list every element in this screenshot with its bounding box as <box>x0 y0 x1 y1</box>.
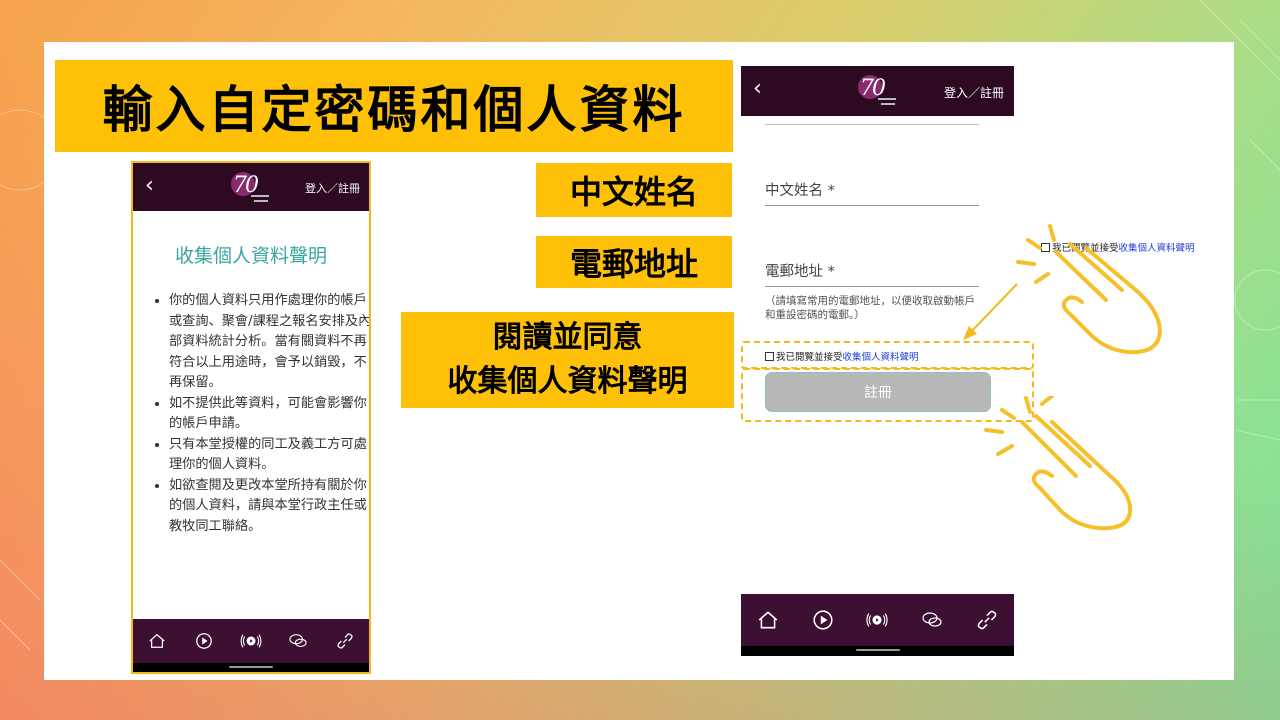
email-underline <box>765 286 979 287</box>
login-register-link[interactable]: 登入／註冊 <box>944 84 1004 101</box>
hand-pointer-icon <box>984 396 1133 531</box>
broadcast-icon[interactable] <box>240 630 262 652</box>
back-button[interactable]: ‹ <box>753 76 762 101</box>
link-icon[interactable] <box>976 609 998 631</box>
broadcast-icon[interactable] <box>866 609 889 631</box>
hand-pointer-icon <box>1016 224 1163 355</box>
church-logo-icon: 7 0 <box>857 75 896 105</box>
label-email: 電郵地址 <box>536 236 732 288</box>
phone-declaration-screen: ‹ 7 0 登入／註冊 收集個人資料聲明 你的個人資料只用作處理你的帳戶或查詢、… <box>131 161 371 674</box>
church-logo-icon: 7 0 <box>231 172 269 202</box>
home-indicator <box>741 646 1014 656</box>
link-icon[interactable] <box>334 630 356 652</box>
svg-text:0: 0 <box>245 173 259 198</box>
declaration-item: 如欲查閱及更改本堂所持有關於你的個人資料，請與本堂行政主任或教牧同工聯絡。 <box>169 476 369 538</box>
previous-field-underline <box>765 124 979 125</box>
declaration-item: 如不提供此等資料，可能會影響你的帳戶申請。 <box>169 394 369 435</box>
declaration-list: 你的個人資料只用作處理你的帳戶或查詢、聚會/課程之報名安排及內部資料統計分析。當… <box>155 291 369 538</box>
bottom-nav <box>133 619 369 663</box>
label-agree-line1: 閱讀並同意 <box>492 320 643 355</box>
svg-text:0: 0 <box>872 76 886 101</box>
email-field[interactable]: 電郵地址 * <box>765 260 835 281</box>
chat-icon[interactable] <box>921 609 943 631</box>
email-hint: （請填寫常用的電郵地址，以便收取啟動帳戶和重設密碼的電郵。） <box>765 295 975 321</box>
chat-icon[interactable] <box>287 630 309 652</box>
label-agree: 閱讀並同意 收集個人資料聲明 <box>401 312 734 408</box>
declaration-title: 收集個人資料聲明 <box>174 245 327 267</box>
login-register-link[interactable]: 登入／註冊 <box>305 180 360 196</box>
app-bar: ‹ 7 0 登入／註冊 <box>741 66 1014 116</box>
home-indicator <box>133 663 369 672</box>
chinese-name-underline <box>765 205 979 206</box>
declaration-item: 只有本堂授權的同工及義工方可處理你的個人資料。 <box>169 435 369 476</box>
app-bar: ‹ 7 0 登入／註冊 <box>133 163 369 211</box>
label-chinese-name: 中文姓名 <box>536 163 732 217</box>
chinese-name-field[interactable]: 中文姓名 * <box>765 179 835 200</box>
page-title: 輸入自定密碼和個人資料 <box>55 60 733 152</box>
declaration-item: 你的個人資料只用作處理你的帳戶或查詢、聚會/課程之報名安排及內部資料統計分析。當… <box>169 291 369 394</box>
bottom-nav <box>741 594 1014 646</box>
back-button[interactable]: ‹ <box>145 173 154 198</box>
home-icon[interactable] <box>757 609 779 631</box>
play-icon[interactable] <box>193 630 215 652</box>
label-agree-line2: 收集個人資料聲明 <box>447 364 688 399</box>
home-icon[interactable] <box>146 630 168 652</box>
play-icon[interactable] <box>812 609 834 631</box>
